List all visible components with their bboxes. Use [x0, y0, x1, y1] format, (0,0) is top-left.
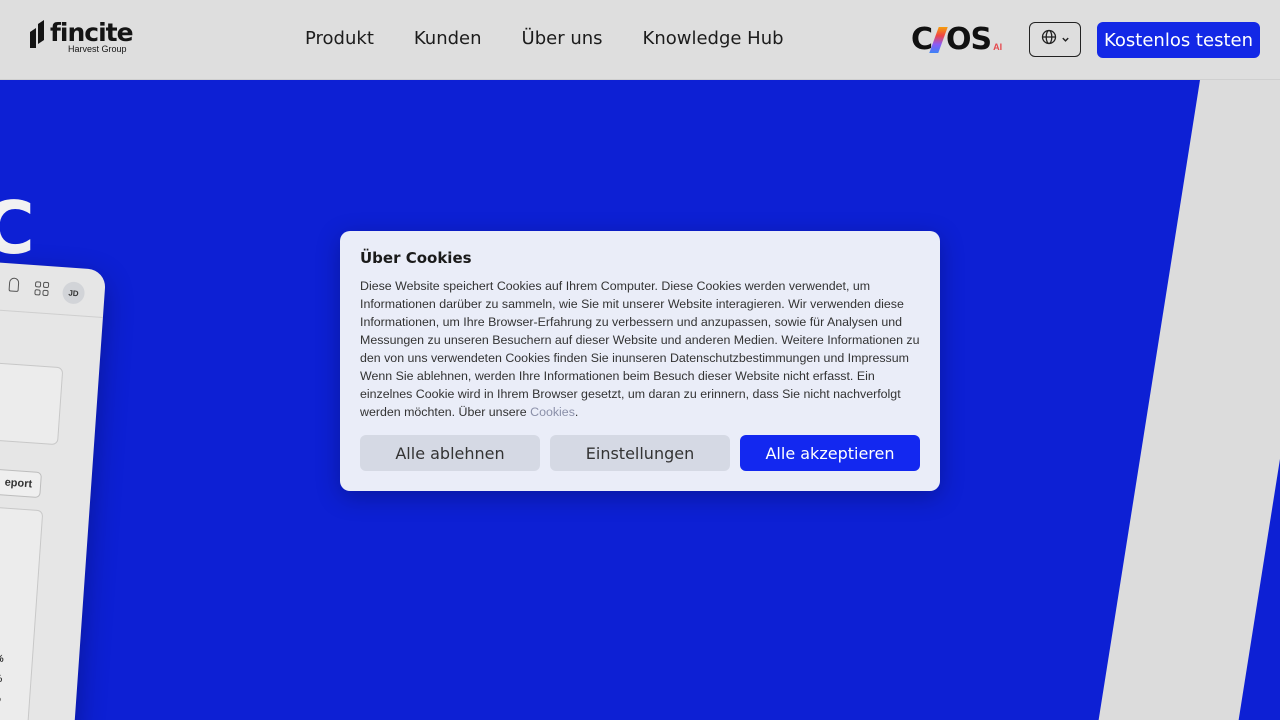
cookies-link[interactable]: Cookies [530, 405, 575, 419]
cookie-overlay: Über Cookies Diese Website speichert Coo… [0, 0, 1280, 720]
cookie-dialog-text-end: . [574, 405, 579, 419]
cookie-settings-button[interactable]: Einstellungen [550, 435, 730, 471]
cookie-dialog: Über Cookies Diese Website speichert Coo… [340, 231, 940, 491]
cookie-dialog-title: Über Cookies [360, 249, 472, 267]
cookie-button-row: Alle ablehnen Einstellungen Alle akzepti… [360, 435, 920, 471]
cookie-dialog-text: Diese Website speichert Cookies auf Ihre… [360, 279, 920, 419]
accept-all-button[interactable]: Alle akzeptieren [740, 435, 920, 471]
cookie-dialog-body: Diese Website speichert Cookies auf Ihre… [360, 277, 920, 421]
reject-all-button[interactable]: Alle ablehnen [360, 435, 540, 471]
